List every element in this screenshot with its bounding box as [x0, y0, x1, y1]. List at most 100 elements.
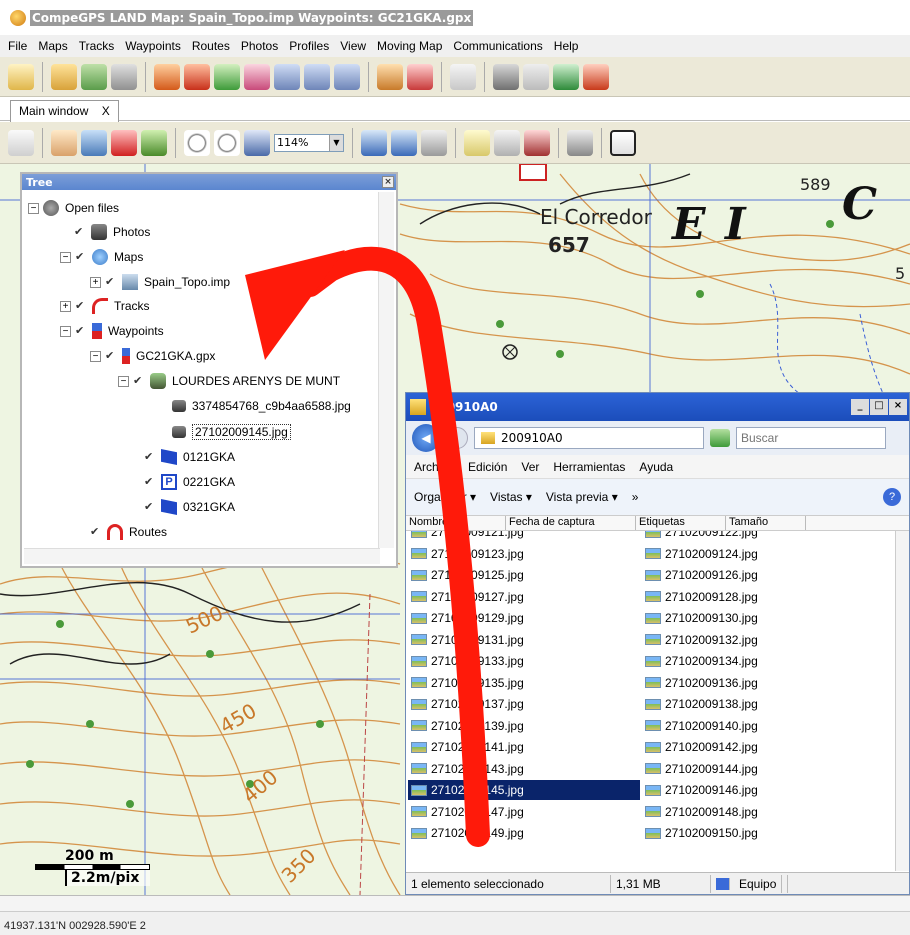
- file-item[interactable]: 27102009123.jpg: [408, 544, 640, 564]
- help-icon[interactable]: ?: [883, 488, 901, 506]
- collapse-icon[interactable]: −: [118, 375, 129, 387]
- hand-pan-icon[interactable]: [51, 129, 77, 156]
- file-list-scrollbar[interactable]: [895, 531, 909, 871]
- tree-item-0121gka[interactable]: ✔ 0121GKA: [144, 447, 235, 467]
- file-item[interactable]: 27102009137.jpg: [408, 694, 640, 714]
- tab-close-icon[interactable]: X: [102, 104, 110, 118]
- menu-ayuda[interactable]: Ayuda: [639, 460, 673, 474]
- file-item[interactable]: 27102009133.jpg: [408, 651, 640, 671]
- file-item[interactable]: 27102009150.jpg: [642, 823, 874, 843]
- col-etiquetas[interactable]: Etiquetas: [636, 516, 726, 530]
- file-item[interactable]: 27102009140.jpg: [642, 716, 874, 736]
- file-item[interactable]: 27102009143.jpg: [408, 759, 640, 779]
- track-export-icon[interactable]: [583, 63, 609, 90]
- open-map-icon[interactable]: [51, 63, 77, 90]
- checkbox-icon[interactable]: ✔: [90, 526, 102, 538]
- file-item[interactable]: 27102009139.jpg: [408, 716, 640, 736]
- waypoint-icon[interactable]: [377, 63, 403, 90]
- tree-item-photo-1[interactable]: 3374854768_c9b4aa6588.jpg: [172, 396, 351, 416]
- tree-item-photo-2[interactable]: 27102009145.jpg: [172, 422, 291, 442]
- address-field[interactable]: 200910A0: [474, 427, 704, 449]
- file-item[interactable]: 27102009121.jpg: [408, 531, 640, 542]
- checkbox-icon[interactable]: ✔: [133, 375, 145, 387]
- menu-view[interactable]: View: [340, 39, 366, 53]
- tree-vertical-scrollbar[interactable]: [378, 192, 394, 548]
- collapse-icon[interactable]: −: [90, 350, 101, 362]
- menu-edicion[interactable]: Edición: [468, 460, 507, 474]
- tree-item-routes[interactable]: ✔ Routes: [90, 522, 167, 542]
- menu-help[interactable]: Help: [554, 39, 579, 53]
- menu-ver[interactable]: Ver: [521, 460, 539, 474]
- menu-communications[interactable]: Communications: [453, 39, 542, 53]
- file-item[interactable]: 27102009148.jpg: [642, 802, 874, 822]
- menu-archivo[interactable]: Archivo: [414, 460, 454, 474]
- more-button[interactable]: »: [632, 490, 639, 504]
- tree-item-waypoints[interactable]: − ✔ Waypoints: [60, 321, 164, 341]
- file-item[interactable]: 27102009134.jpg: [642, 651, 874, 671]
- menu-herramientas[interactable]: Herramientas: [553, 460, 625, 474]
- rotate-icon[interactable]: [244, 129, 270, 156]
- checkbox-icon[interactable]: ✔: [144, 451, 156, 463]
- checkbox-icon[interactable]: ✔: [75, 251, 87, 263]
- expand-icon[interactable]: +: [90, 276, 101, 288]
- checkbox-icon[interactable]: ✔: [105, 276, 117, 288]
- tree-item-gpx-file[interactable]: − ✔ GC21GKA.gpx: [90, 346, 215, 366]
- tree-item-0221gka[interactable]: ✔ P 0221GKA: [144, 472, 235, 492]
- route-icon[interactable]: [407, 63, 433, 90]
- col-tamano[interactable]: Tamaño: [726, 516, 806, 530]
- collapse-icon[interactable]: −: [60, 325, 71, 337]
- search-input[interactable]: [736, 427, 886, 449]
- map-horizontal-scrollbar[interactable]: [0, 896, 910, 912]
- file-list[interactable]: 27102009121.jpg 27102009122.jpg 2710200912…: [406, 531, 909, 871]
- col-fecha[interactable]: Fecha de captura: [506, 516, 636, 530]
- preview-button[interactable]: Vista previa ▾: [546, 490, 618, 504]
- file-item[interactable]: 27102009127.jpg: [408, 587, 640, 607]
- tree-item-open-files[interactable]: − Open files: [28, 198, 119, 218]
- tree-item-spain-topo[interactable]: + ✔ Spain_Topo.imp: [90, 272, 230, 292]
- menu-routes[interactable]: Routes: [192, 39, 230, 53]
- info-pointer-icon[interactable]: [494, 129, 520, 156]
- tree-item-maps[interactable]: − ✔ Maps: [60, 247, 143, 267]
- tree-item-tracks[interactable]: + ✔ Tracks: [60, 296, 150, 316]
- collapse-icon[interactable]: −: [60, 251, 71, 263]
- tree-item-lourdes[interactable]: − ✔ LOURDES ARENYS DE MUNT: [118, 371, 340, 391]
- close-icon[interactable]: ×: [889, 399, 907, 415]
- maximize-icon[interactable]: □: [870, 399, 888, 415]
- menu-photos[interactable]: Photos: [241, 39, 278, 53]
- file-item[interactable]: 27102009144.jpg: [642, 759, 874, 779]
- pause-icon[interactable]: [334, 63, 360, 90]
- refresh-icon[interactable]: [710, 429, 730, 447]
- layers-icon[interactable]: [81, 129, 107, 156]
- views-button[interactable]: Vistas ▾: [490, 490, 532, 504]
- zoom-in-icon[interactable]: [214, 129, 240, 156]
- window-icon[interactable]: [610, 129, 636, 156]
- tree-horizontal-scrollbar[interactable]: [24, 548, 380, 564]
- menu-profiles[interactable]: Profiles: [289, 39, 329, 53]
- zoom-out-icon[interactable]: [184, 129, 210, 156]
- checkbox-icon[interactable]: ✔: [75, 300, 87, 312]
- screen-capture-icon[interactable]: [391, 129, 417, 156]
- tree-item-photos[interactable]: ✔ Photos: [74, 222, 150, 242]
- camera-icon[interactable]: [567, 129, 593, 156]
- file-item[interactable]: 27102009145.jpg: [408, 780, 640, 800]
- undo-icon[interactable]: [450, 63, 476, 90]
- checkbox-icon[interactable]: ✔: [144, 501, 156, 513]
- window-layout-icon[interactable]: [361, 129, 387, 156]
- file-item[interactable]: 27102009147.jpg: [408, 802, 640, 822]
- menu-file[interactable]: File: [8, 39, 27, 53]
- measure-icon[interactable]: [524, 129, 550, 156]
- track-tools-icon[interactable]: [214, 63, 240, 90]
- locate-icon[interactable]: [421, 129, 447, 156]
- checkbox-icon[interactable]: ✔: [75, 325, 87, 337]
- file-item[interactable]: 27102009142.jpg: [642, 737, 874, 757]
- file-item[interactable]: 27102009124.jpg: [642, 544, 874, 564]
- menu-moving-map[interactable]: Moving Map: [377, 39, 442, 53]
- file-item[interactable]: 27102009146.jpg: [642, 780, 874, 800]
- tooltip-icon[interactable]: [464, 129, 490, 156]
- new-track-icon[interactable]: [154, 63, 180, 90]
- file-item[interactable]: 27102009136.jpg: [642, 673, 874, 693]
- file-item[interactable]: 27102009141.jpg: [408, 737, 640, 757]
- file-item[interactable]: 27102009132.jpg: [642, 630, 874, 650]
- tree-toggle-icon[interactable]: [8, 63, 34, 90]
- stop-icon[interactable]: [274, 63, 300, 90]
